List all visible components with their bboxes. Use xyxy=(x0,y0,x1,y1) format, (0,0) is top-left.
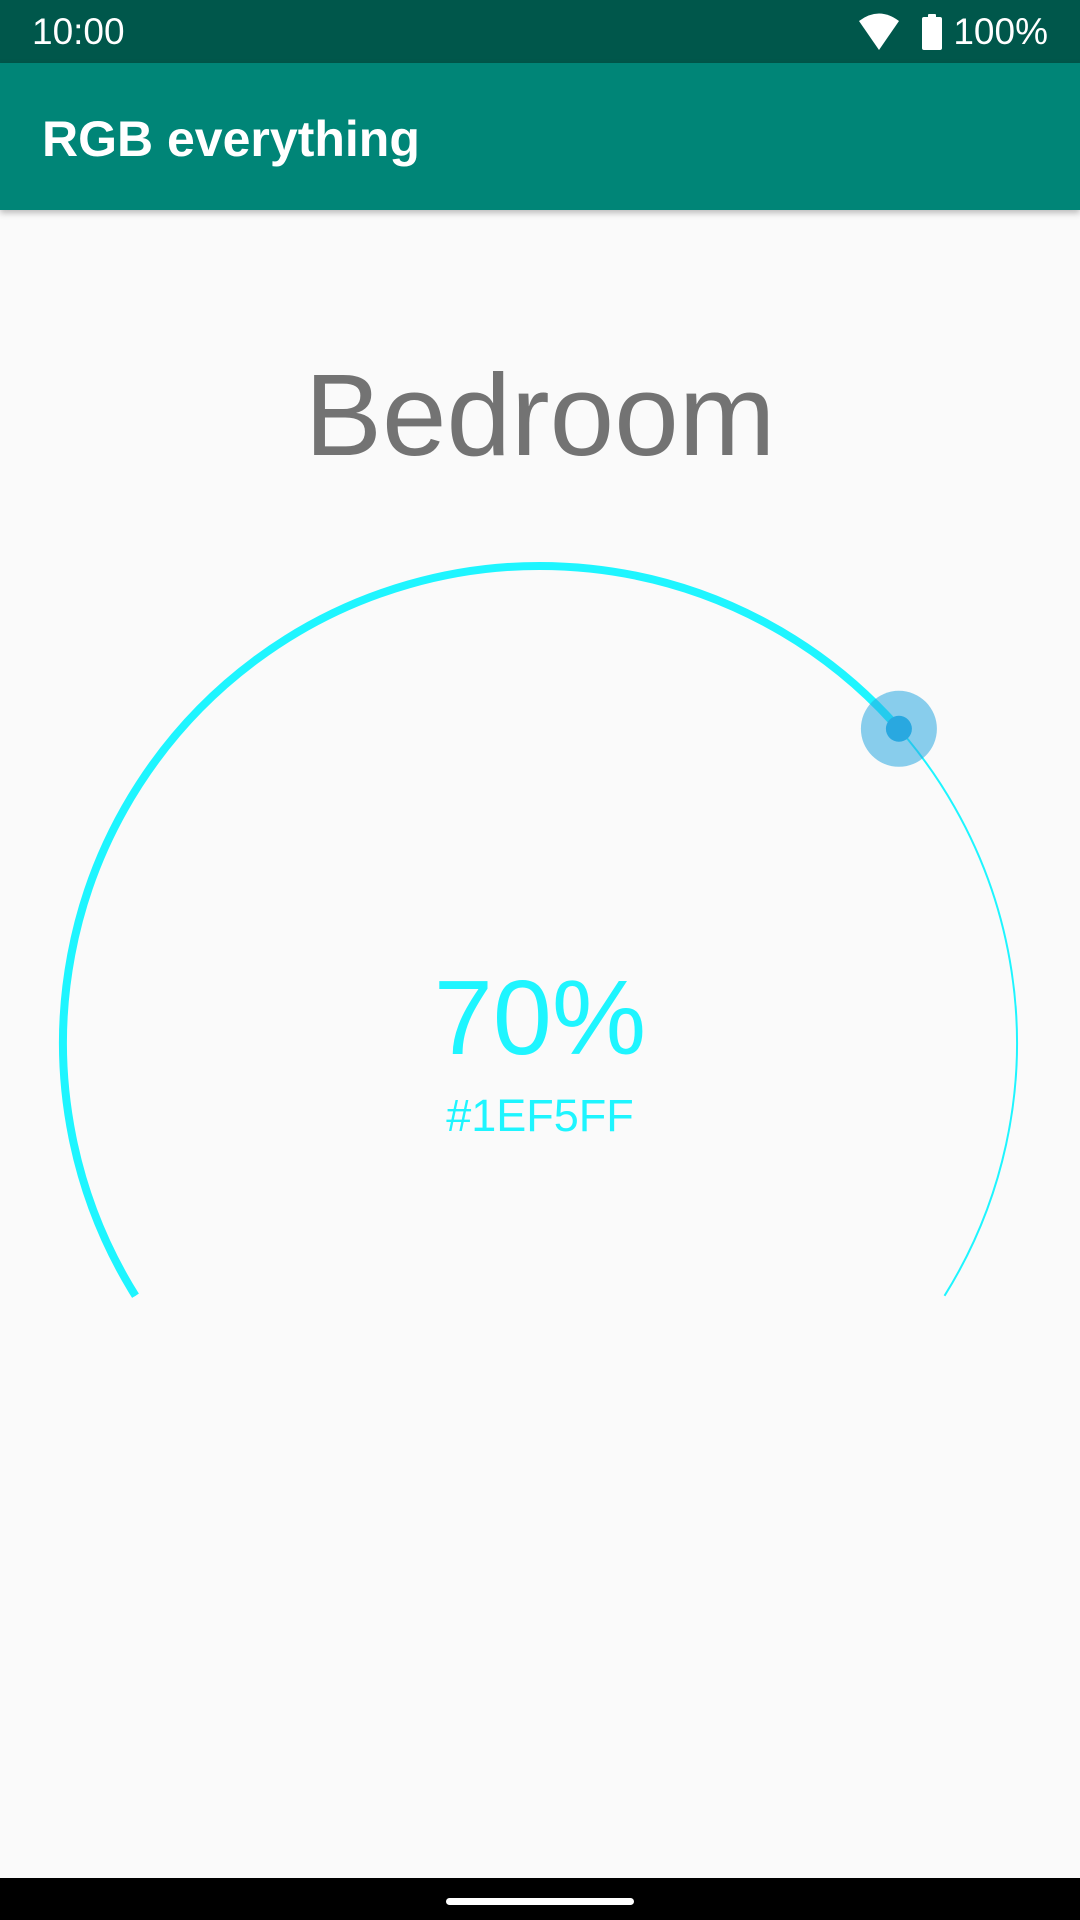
brightness-percent: 70% xyxy=(433,959,647,1077)
dial-track xyxy=(62,564,1018,1297)
home-handle[interactable] xyxy=(446,1898,634,1905)
dial-thumb-core xyxy=(885,715,912,742)
dial-progress-arc xyxy=(59,562,902,1298)
navigation-bar xyxy=(0,1878,1080,1920)
screen: 10:00 100% RGB everything Bedroom 70% #1… xyxy=(0,0,1080,1920)
app-title: RGB everything xyxy=(42,111,420,167)
color-hex: #1EF5FF xyxy=(446,1090,634,1141)
app-bar: RGB everything xyxy=(0,63,1080,210)
